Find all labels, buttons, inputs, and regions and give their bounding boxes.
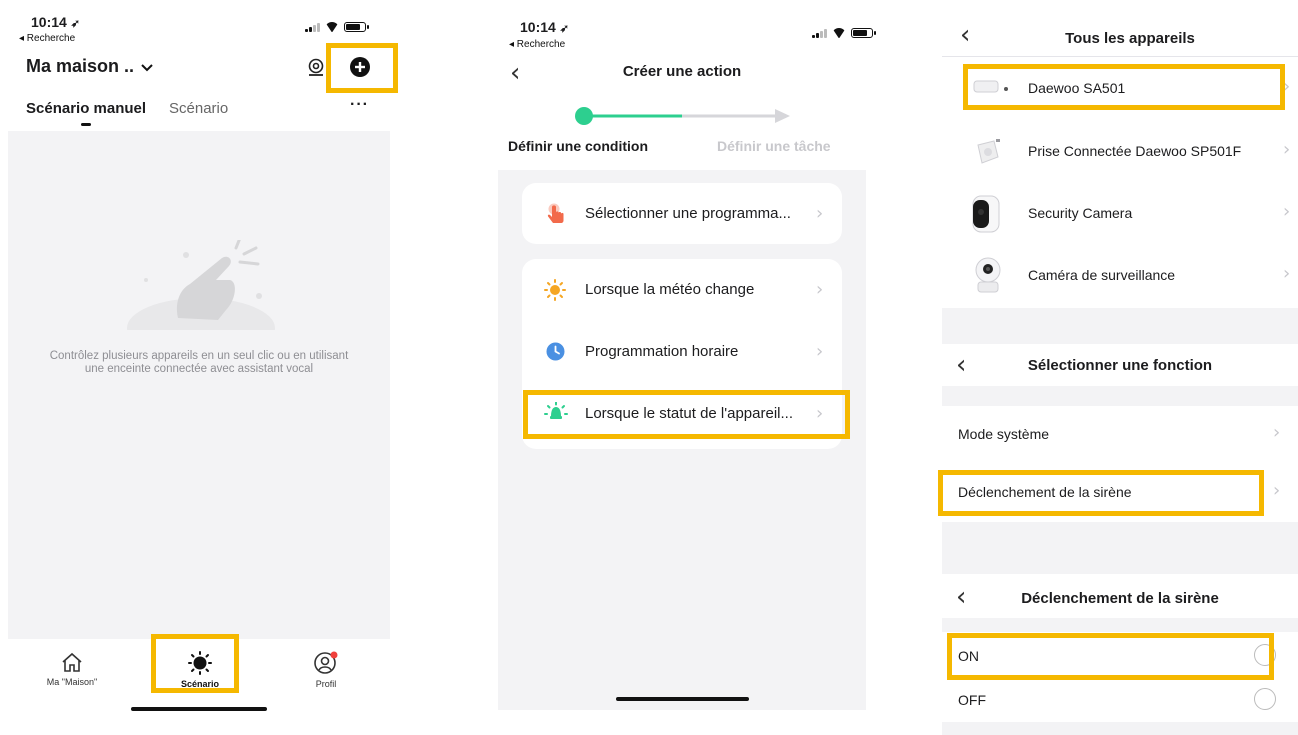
- home-indicator: [131, 707, 267, 711]
- status-time-2: 10:14 ➶: [520, 19, 569, 35]
- tab-manual-scenario[interactable]: Scénario manuel: [26, 100, 146, 117]
- tap-hand-illustration: [127, 240, 275, 330]
- status-icons: [305, 22, 369, 32]
- chevron-right-icon: ›: [816, 403, 824, 424]
- camera-monitor-icon[interactable]: [306, 58, 326, 78]
- function-label: Déclenchement de la sirène: [958, 484, 1132, 500]
- chevron-right-icon: ›: [1283, 139, 1291, 160]
- row-label: Lorsque le statut de l'appareil...: [585, 405, 793, 422]
- siren-title: Déclenchement de la sirène: [1021, 590, 1219, 607]
- row-weather-change[interactable]: Lorsque la météo change ›: [522, 259, 842, 320]
- home-indicator: [616, 697, 749, 701]
- empty-state: [8, 131, 390, 639]
- option-label: OFF: [958, 692, 986, 708]
- function-label: Mode système: [958, 426, 1050, 442]
- device-row-prise[interactable]: Prise Connectée Daewoo SP501F ›: [942, 124, 1298, 178]
- page-title: Créer une action: [622, 63, 742, 80]
- tap-hand-icon: [547, 203, 564, 223]
- device-row-camera-surveillance[interactable]: Caméra de surveillance ›: [942, 248, 1298, 302]
- row-time-schedule[interactable]: Programmation horaire ›: [522, 321, 842, 382]
- chevron-right-icon: ›: [816, 203, 824, 224]
- back-chevron-icon[interactable]: ‹: [960, 22, 970, 48]
- section-gap: [942, 522, 1298, 574]
- back-to-app-2[interactable]: ◂ Recherche: [509, 39, 565, 50]
- home-icon: [62, 652, 82, 672]
- radio-off[interactable]: [1254, 688, 1276, 710]
- function-row-mode-systeme[interactable]: Mode système ›: [942, 410, 1298, 458]
- function-title: Sélectionner une fonction: [1027, 357, 1213, 374]
- tab-home-label: Ma "Maison": [46, 677, 98, 687]
- device-name: Caméra de surveillance: [1028, 267, 1176, 283]
- wifi-icon: [325, 22, 339, 32]
- radio-on[interactable]: [1254, 644, 1276, 666]
- device-row-daewoo-sa501[interactable]: Daewoo SA501 ›: [942, 62, 1298, 114]
- chevron-right-icon: ›: [816, 279, 824, 300]
- section-gap: [942, 308, 1298, 344]
- device-status-icon: [544, 402, 568, 419]
- tab-profile[interactable]: Profil: [300, 651, 352, 689]
- step-define-task: Définir une tâche: [717, 138, 831, 154]
- profile-icon: [314, 651, 338, 674]
- clock-icon: [546, 342, 565, 361]
- step-progress: [575, 107, 790, 125]
- row-label: Programmation horaire: [585, 343, 739, 360]
- chevron-right-icon: ›: [1273, 422, 1281, 443]
- screen-scenario-list: 10:14 ➶ ◂ Recherche Ma maison .. Scénari…: [0, 0, 400, 735]
- tab-scenario-bottom[interactable]: Scénario: [165, 651, 235, 689]
- page-title: Ma maison ..: [26, 56, 135, 76]
- chevron-right-icon: ›: [1283, 201, 1291, 222]
- sun-icon: [544, 279, 566, 301]
- back-to-app[interactable]: ◂ Recherche: [19, 33, 75, 44]
- row-device-status[interactable]: Lorsque le statut de l'appareil... ›: [522, 383, 842, 444]
- more-menu[interactable]: ···: [350, 96, 369, 114]
- option-label: ON: [958, 648, 979, 664]
- function-row-declenchement-sirene[interactable]: Déclenchement de la sirène ›: [942, 467, 1298, 515]
- signal-icon: [812, 28, 827, 38]
- empty-state-description: Contrôlez plusieurs appareils en un seul…: [49, 350, 349, 376]
- add-circle-icon[interactable]: [349, 56, 371, 78]
- chevron-right-icon: ›: [1283, 263, 1291, 284]
- section-gap: [942, 618, 1298, 632]
- chevron-right-icon: ›: [1273, 480, 1281, 501]
- siren-device-icon: [973, 80, 1008, 93]
- chevron-right-icon: ›: [1283, 76, 1291, 97]
- step-define-condition: Définir une condition: [508, 138, 648, 154]
- option-row-on[interactable]: ON: [942, 634, 1298, 676]
- tab-profile-label: Profil: [315, 679, 337, 689]
- chevron-right-icon: ›: [816, 341, 824, 362]
- wifi-icon: [832, 28, 846, 38]
- active-tab-indicator: [81, 123, 91, 126]
- device-name: Security Camera: [1028, 205, 1133, 221]
- row-select-schedule[interactable]: Sélectionner une programma... ›: [522, 183, 842, 244]
- device-row-security-camera[interactable]: Security Camera ›: [942, 186, 1298, 240]
- signal-icon: [305, 22, 320, 32]
- section-gap: [942, 722, 1298, 735]
- device-name: Daewoo SA501: [1028, 80, 1126, 96]
- option-row-off[interactable]: OFF: [942, 680, 1298, 722]
- back-chevron-icon[interactable]: ‹: [956, 584, 966, 610]
- section-gap: [942, 386, 1298, 406]
- chevron-down-icon: [141, 64, 153, 72]
- home-selector[interactable]: Ma maison ..: [26, 56, 153, 77]
- devices-title: Tous les appareils: [1065, 30, 1195, 47]
- status-time: 10:14 ➶: [31, 14, 80, 30]
- back-chevron-icon[interactable]: ‹: [956, 352, 966, 378]
- row-label: Lorsque la météo change: [585, 281, 755, 298]
- divider: [942, 56, 1298, 57]
- scenario-sun-icon: [188, 651, 212, 675]
- tab-scenario-label: Scénario: [180, 679, 220, 689]
- security-camera-icon: [972, 195, 1000, 233]
- battery-icon: [851, 28, 876, 38]
- device-name: Prise Connectée Daewoo SP501F: [1028, 143, 1242, 159]
- battery-icon: [344, 22, 369, 32]
- ptz-camera-icon: [975, 257, 1001, 293]
- smart-plug-icon: [977, 139, 1000, 164]
- tab-scenario[interactable]: Scénario: [169, 100, 228, 117]
- row-label: Sélectionner une programma...: [585, 205, 791, 222]
- tab-home[interactable]: Ma "Maison": [40, 651, 104, 687]
- status-icons-2: [812, 28, 876, 38]
